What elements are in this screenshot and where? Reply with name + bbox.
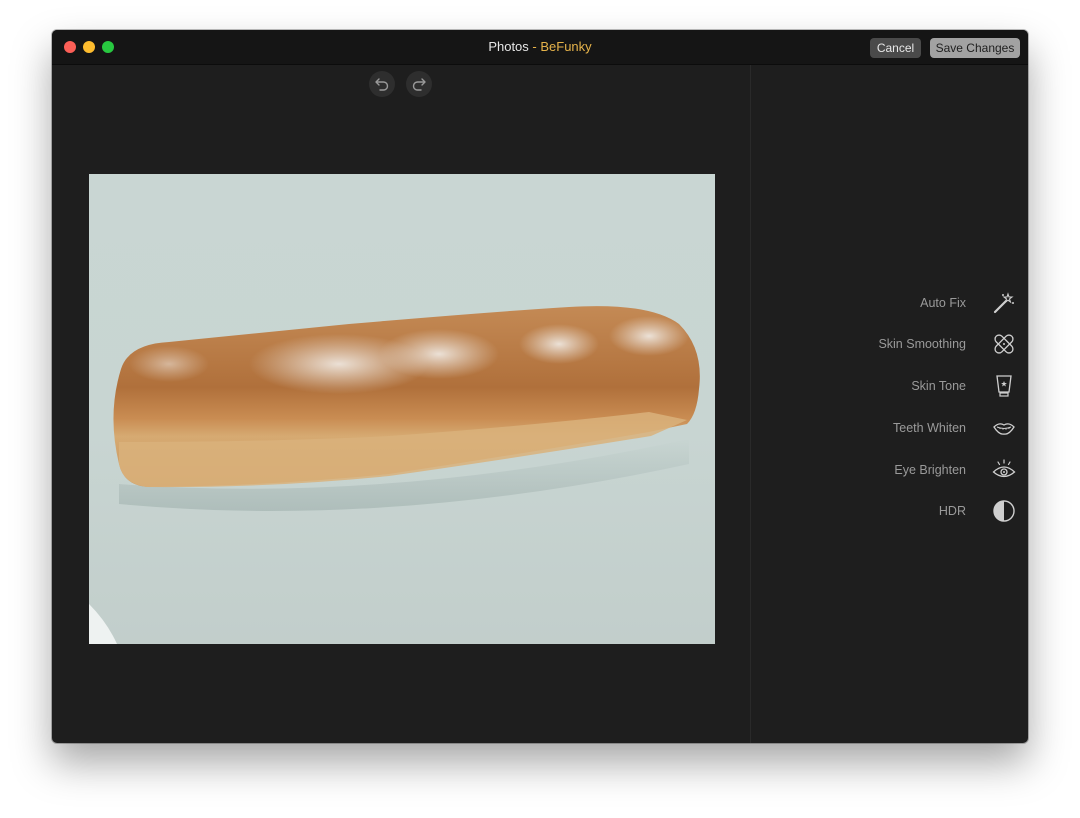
tool-label: HDR [938, 504, 966, 518]
bread-photo [89, 306, 700, 644]
panel-divider [750, 65, 751, 743]
tool-label: Auto Fix [920, 296, 966, 310]
tool-skin-tone[interactable]: Skin Tone [911, 371, 1016, 401]
bandage-icon [992, 332, 1016, 356]
undo-button[interactable] [369, 71, 395, 97]
magic-wand-icon [992, 291, 1016, 315]
eye-icon [992, 458, 1016, 482]
cancel-button[interactable]: Cancel [870, 38, 921, 58]
window-title-extension: BeFunky [540, 39, 592, 54]
tool-label: Teeth Whiten [893, 421, 966, 435]
cream-bottle-icon [992, 374, 1016, 398]
tool-label: Eye Brighten [894, 463, 966, 477]
tool-auto-fix[interactable]: Auto Fix [920, 288, 1016, 318]
hdr-icon [992, 499, 1016, 523]
redo-icon [412, 78, 426, 91]
tool-label: Skin Tone [911, 379, 966, 393]
photos-editor-window: Photos - BeFunky Cancel Save Changes Aut… [52, 30, 1028, 743]
tool-hdr[interactable]: HDR [939, 496, 1016, 526]
save-changes-button[interactable]: Save Changes [930, 38, 1020, 58]
tool-eye-brighten[interactable]: Eye Brighten [894, 455, 1016, 485]
window-title-separator: - [528, 39, 541, 54]
undo-icon [375, 78, 389, 91]
title-bar: Photos - BeFunky Cancel Save Changes [52, 30, 1028, 65]
photo-canvas[interactable] [89, 174, 715, 644]
tool-skin-smoothing[interactable]: Skin Smoothing [878, 329, 1016, 359]
redo-button[interactable] [406, 71, 432, 97]
lips-icon [992, 416, 1016, 440]
tool-teeth-whiten[interactable]: Teeth Whiten [893, 413, 1016, 443]
tool-label: Skin Smoothing [878, 337, 966, 351]
window-title-app: Photos [488, 39, 529, 54]
